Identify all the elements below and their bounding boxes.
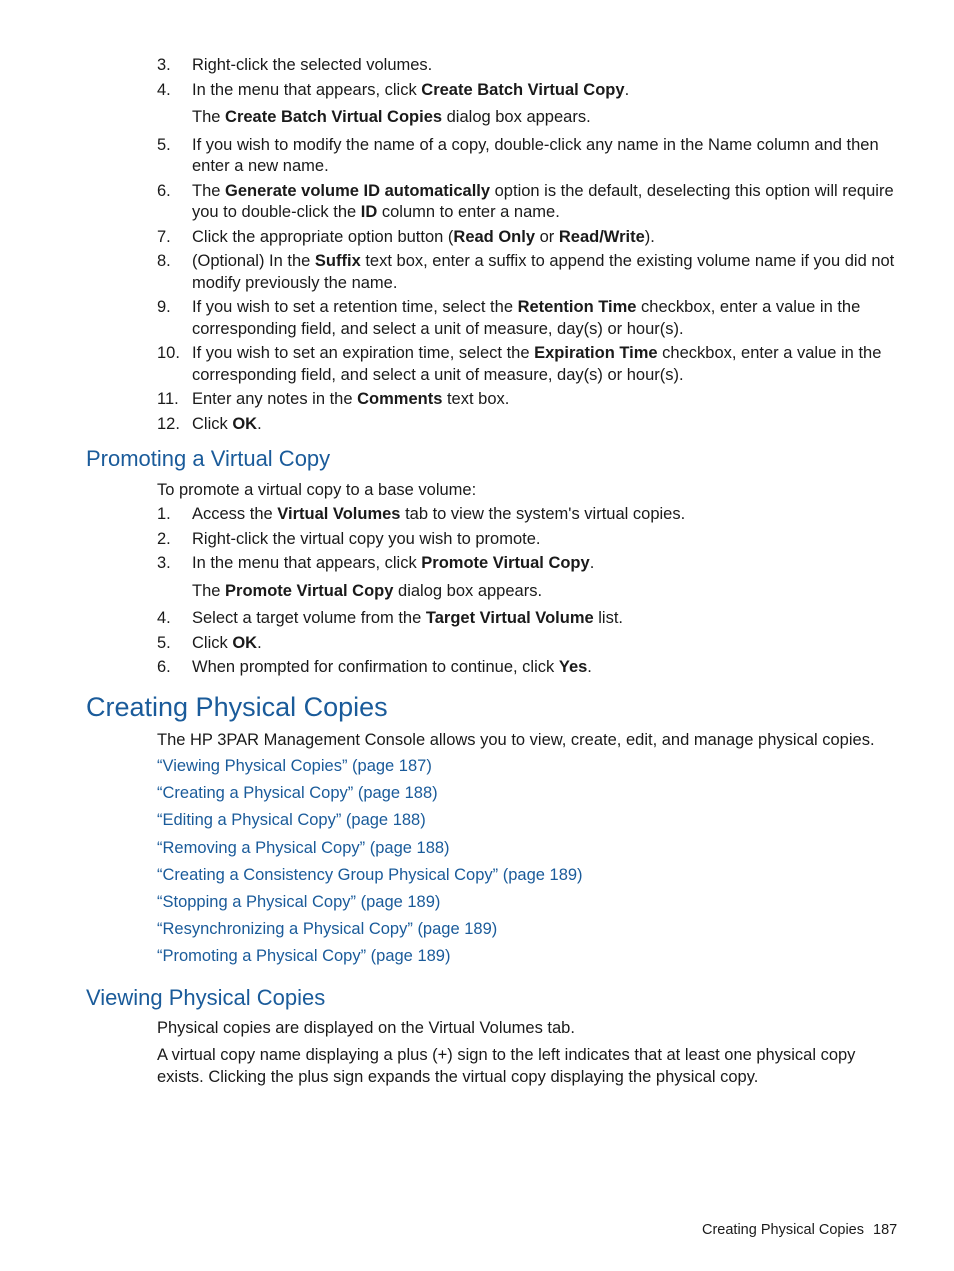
step-number: 10. [157,344,180,362]
document-page: 3. Right-click the selected volumes. 4. In … [0,0,954,1271]
footer-section-title: Creating Physical Copies [702,1222,864,1238]
cross-reference-link[interactable]: “Creating a Physical Copy” (page 188) [157,784,438,803]
ui-term: Create Batch Virtual Copy [421,80,625,99]
step-item: 6. When prompted for confirmation to cont… [157,657,902,679]
footer-page-number: 187 [873,1222,898,1238]
step-number: 12. [157,414,180,433]
batch-copy-steps: 3. Right-click the selected volumes. 4. In … [157,55,902,435]
ui-term: Create Batch Virtual Copies [225,108,443,126]
step-text: Access the Virtual Volumes tab to view t… [192,505,686,523]
step-text: Select a target volume from the Target V… [192,609,624,627]
step-number: 8. [157,252,171,270]
step-text: If you wish to modify the name of a copy… [192,135,879,176]
step-number: 6. [157,658,171,676]
viewing-para-2: A virtual copy name displaying a plus (+… [157,1046,856,1086]
ui-term: Virtual Volumes [277,505,401,523]
ui-term: Yes [558,658,588,676]
cross-reference-link[interactable]: “Resynchronizing a Physical Copy” (page … [157,920,497,939]
ui-term: Expiration Time [534,344,658,362]
step-text: If you wish to set a retention time, sel… [192,298,861,338]
step-text: Right-click the selected volumes. [192,56,433,74]
ui-term: Comments [357,390,443,408]
ui-term: Retention Time [517,298,637,316]
step-text: In the menu that appears, click Create B… [192,80,630,99]
step-item: 10. If you wish to set an expiration time… [157,343,902,386]
step-number: 6. [157,181,171,200]
step-number: 4. [157,80,171,99]
step-number: 3. [157,554,171,572]
step-text: In the menu that appears, click Promote … [192,554,595,572]
ui-term: Suffix [314,252,361,270]
cross-reference-link[interactable]: “Removing a Physical Copy” (page 188) [157,839,450,858]
step-note: The Promote Virtual Copy dialog box appe… [192,581,543,600]
step-item: 11. Enter any notes in the Comments text … [157,389,902,411]
step-number: 9. [157,298,171,316]
creating-intro: The HP 3PAR Management Console allows yo… [157,731,875,749]
step-number: 4. [157,609,171,627]
step-item: 9. If you wish to set a retention time, s… [157,297,902,340]
viewing-para-1: Physical copies are displayed on the Vir… [157,1019,575,1037]
step-note: The Create Batch Virtual Copies dialog b… [192,108,591,126]
step-text: If you wish to set an expiration time, s… [192,344,882,384]
ui-term: Promote Virtual Copy [225,581,394,600]
step-text: The Generate volume ID automatically opt… [192,181,894,222]
step-item: 3. In the menu that appears, click Promot… [157,553,902,575]
ui-term: OK [232,414,258,433]
promoting-steps: 1. Access the Virtual Volumes tab to view… [157,504,902,679]
step-text: Right-click the virtual copy you wish to… [192,529,541,548]
ui-term: OK [232,633,258,652]
step-item: 5. Click OK. [157,633,902,655]
step-item: 4. In the menu that appears, click Create… [157,80,902,102]
step-text: When prompted for confirmation to contin… [192,658,592,676]
cross-reference-link[interactable]: “Editing a Physical Copy” (page 188) [157,811,426,830]
step-item: 5. If you wish to modify the name of a co… [157,135,902,178]
step-text: Enter any notes in the Comments text box… [192,390,510,408]
heading-promoting-virtual-copy: Promoting a Virtual Copy [86,446,331,471]
step-item: 4. Select a target volume from the Target… [157,608,902,630]
step-item: 1. Access the Virtual Volumes tab to view… [157,504,902,526]
step-number: 2. [157,529,171,548]
step-number: 11. [157,390,179,408]
step-item: 3. Right-click the selected volumes. [157,55,902,77]
step-text: Click the appropriate option button (Rea… [192,227,655,246]
cross-reference-link[interactable]: “Promoting a Physical Copy” (page 189) [157,947,450,966]
step-number: 5. [157,633,171,652]
ui-term: Promote Virtual Copy [421,554,590,572]
step-number: 3. [157,56,171,74]
step-item: 12. Click OK. [157,414,902,436]
ui-term: Target Virtual Volume [425,609,594,627]
ui-term: Read/Write [558,227,645,246]
step-item: 2. Right-click the virtual copy you wish … [157,529,902,551]
step-item: 7. Click the appropriate option button (R… [157,227,902,249]
cross-reference-link[interactable]: “Viewing Physical Copies” (page 187) [157,757,432,776]
step-item: 6. The Generate volume ID automatically o… [157,181,902,224]
cross-reference-link[interactable]: “Creating a Consistency Group Physical C… [157,866,583,885]
step-text: (Optional) In the Suffix text box, enter… [192,252,895,292]
promoting-intro: To promote a virtual copy to a base volu… [157,481,477,499]
heading-viewing-physical-copies: Viewing Physical Copies [86,985,326,1010]
step-number: 7. [157,227,171,246]
step-text: Click OK. [192,414,262,433]
step-number: 5. [157,135,171,154]
cross-reference-link[interactable]: “Stopping a Physical Copy” (page 189) [157,893,440,912]
step-text: Click OK. [192,633,262,652]
ui-term: Generate volume ID automatically [225,181,491,200]
ui-term: ID [360,203,378,221]
step-number: 1. [157,505,171,523]
heading-creating-physical-copies: Creating Physical Copies [86,692,388,722]
step-item: 8. (Optional) In the Suffix text box, ent… [157,251,902,294]
ui-term: Read Only [453,227,536,246]
